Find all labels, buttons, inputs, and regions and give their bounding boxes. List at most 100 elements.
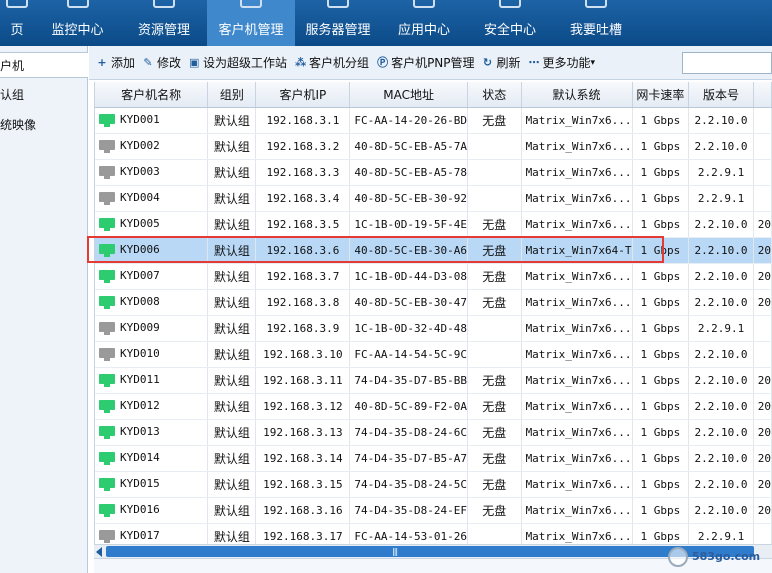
cell-system: Matrix_Win7x6... [521,315,633,342]
scroll-left-arrow-icon[interactable] [96,547,102,557]
column-header[interactable]: 客户机IP [255,82,351,108]
column-header[interactable]: 组别 [207,82,257,108]
cell-name: KYD017 [95,523,209,544]
table-row[interactable]: KYD010 默认组 192.168.3.10 FC-AA-14-54-5C-9C Ma… [95,341,772,368]
table-row[interactable]: KYD001 默认组 192.168.3.1 FC-AA-14-20-26-BD 无盘 M… [95,107,772,134]
toolbar-button-3[interactable]: ⁂ 客户机分组 [295,54,369,71]
nav-tab-label: 安全中心 [483,23,536,38]
toolbar-button-4[interactable]: Ⓟ 客户机PNP管理 [377,54,474,71]
cell-ip: 192.168.3.11 [255,367,351,394]
nav-tab-5[interactable]: 应用中心 [381,0,467,46]
column-header[interactable] [753,82,772,108]
computer-icon [99,373,115,387]
client-name: KYD003 [120,165,160,179]
toolbar-button-0[interactable]: + 添加 [97,54,135,71]
nav-icon [327,0,349,8]
column-header[interactable]: 状态 [467,82,522,108]
table-row[interactable]: KYD005 默认组 192.168.3.5 1C-1B-0D-19-5F-4E 无盘 M… [95,211,772,238]
nav-tab-1[interactable]: 监控中心 [34,0,121,46]
column-header[interactable]: MAC地址 [349,82,468,108]
client-name: KYD010 [120,347,160,361]
cell-status [467,315,522,342]
nav-icon [413,0,435,8]
watermark-text: 583go.com [692,550,761,563]
computer-icon [99,399,115,413]
client-name: KYD008 [120,295,160,309]
computer-icon [99,347,115,361]
table-row[interactable]: KYD015 默认组 192.168.3.15 74-D4-35-D8-24-5C 无盘… [95,471,772,498]
nav-tab-4[interactable]: 服务器管理 [295,0,381,46]
cell-mac: 40-8D-5C-EB-30-A6 [349,237,468,264]
computer-icon [99,139,115,153]
cell-mac: 1C-1B-0D-19-5F-4E [349,211,468,238]
nav-tab-7[interactable]: 我要吐槽 [553,0,639,46]
table-row[interactable]: KYD012 默认组 192.168.3.12 40-8D-5C-89-F2-0A 无盘… [95,393,772,420]
nav-tab-label: 页 [10,23,24,38]
table-row[interactable]: KYD004 默认组 192.168.3.4 40-8D-5C-EB-30-92 Mat… [95,185,772,212]
cell-group: 默认组 [207,237,257,264]
cell-status: 无盘 [467,263,522,290]
nav-tab-0[interactable]: 页 [0,0,34,46]
cell-status [467,185,522,212]
toolbar-button-label: 客户机PNP管理 [391,56,475,70]
column-header[interactable]: 版本号 [688,82,754,108]
table-row[interactable]: KYD013 默认组 192.168.3.13 74-D4-35-D8-24-6C 无盘… [95,419,772,446]
toolbar-button-label: 更多功能 [542,56,591,70]
sidebar-item-system-image[interactable]: 统映像 [0,112,88,138]
table-row[interactable]: KYD007 默认组 192.168.3.7 1C-1B-0D-44-D3-08 无盘 M… [95,263,772,290]
search-input[interactable] [682,52,772,74]
cell-system: Matrix_Win7x6... [521,419,633,446]
table-row[interactable]: KYD009 默认组 192.168.3.9 1C-1B-0D-32-4D-48 Mat… [95,315,772,342]
cell-version: 2.2.10.0 [688,211,754,238]
client-name: KYD016 [120,503,160,517]
table-row[interactable]: KYD006 默认组 192.168.3.6 40-8D-5C-EB-30-A6 无盘 M… [95,237,772,264]
cell-speed: 1 Gbps [632,237,690,264]
cell-ip: 192.168.3.6 [255,237,351,264]
column-header[interactable]: 网卡速率 [632,82,690,108]
computer-icon [99,477,115,491]
toolbar-button-5[interactable]: ↻ 刷新 [483,54,521,71]
cell-group: 默认组 [207,133,257,160]
cell-ip: 192.168.3.10 [255,341,351,368]
sidebar-item-default-group[interactable]: 认组 [0,82,88,108]
table-row[interactable]: KYD016 默认组 192.168.3.16 74-D4-35-D8-24-EF 无盘… [95,497,772,524]
cell-mac: 74-D4-35-D7-B5-BB [349,367,468,394]
cell-name: KYD002 [95,133,209,160]
column-header[interactable]: 默认系统 [521,82,633,108]
nav-tab-2[interactable]: 资源管理 [121,0,207,46]
cell-name: KYD009 [95,315,209,342]
table-row[interactable]: KYD014 默认组 192.168.3.14 74-D4-35-D7-B5-A7 无盘… [95,445,772,472]
cell-extra: 20 [753,393,772,420]
cell-status [467,341,522,368]
cell-group: 默认组 [207,289,257,316]
cell-speed: 1 Gbps [632,289,690,316]
cell-status [467,133,522,160]
toolbar-button-1[interactable]: ✎ 修改 [143,54,181,71]
cell-name: KYD008 [95,289,209,316]
computer-icon [99,191,115,205]
cell-version: 2.2.10.0 [688,107,754,134]
table-row[interactable]: KYD011 默认组 192.168.3.11 74-D4-35-D7-B5-BB 无盘… [95,367,772,394]
nav-tab-6[interactable]: 安全中心 [467,0,553,46]
scrollbar-thumb[interactable]: ||| [106,546,754,557]
cell-mac: 40-8D-5C-EB-A5-78 [349,159,468,186]
top-nav: 页 监控中心 资源管理 客户机管理 服务器管理 应用中心 安全中心 我要吐槽 [0,0,772,46]
table-row[interactable]: KYD008 默认组 192.168.3.8 40-8D-5C-EB-30-47 无盘 M… [95,289,772,316]
client-name: KYD011 [120,373,160,387]
client-name: KYD017 [120,529,160,543]
cell-name: KYD001 [95,107,209,134]
monitor-icon: ▣ [189,55,200,69]
toolbar-button-label: 修改 [157,56,182,70]
cell-ip: 192.168.3.8 [255,289,351,316]
nav-tab-label: 我要吐槽 [569,23,622,38]
column-header[interactable]: 客户机名称 [95,82,209,108]
table-row[interactable]: KYD003 默认组 192.168.3.3 40-8D-5C-EB-A5-78 Mat… [95,159,772,186]
sidebar-item-clients[interactable]: 户机 [0,52,88,78]
cell-speed: 1 Gbps [632,497,690,524]
nav-tab-3[interactable]: 客户机管理 [207,0,295,46]
table-row[interactable]: KYD002 默认组 192.168.3.2 40-8D-5C-EB-A5-7A Mat… [95,133,772,160]
cell-extra [753,341,772,368]
cell-ip: 192.168.3.16 [255,497,351,524]
toolbar-button-6[interactable]: ⋯ 更多功能 ▾ [529,54,596,71]
toolbar-button-2[interactable]: ▣ 设为超级工作站 [189,54,287,71]
